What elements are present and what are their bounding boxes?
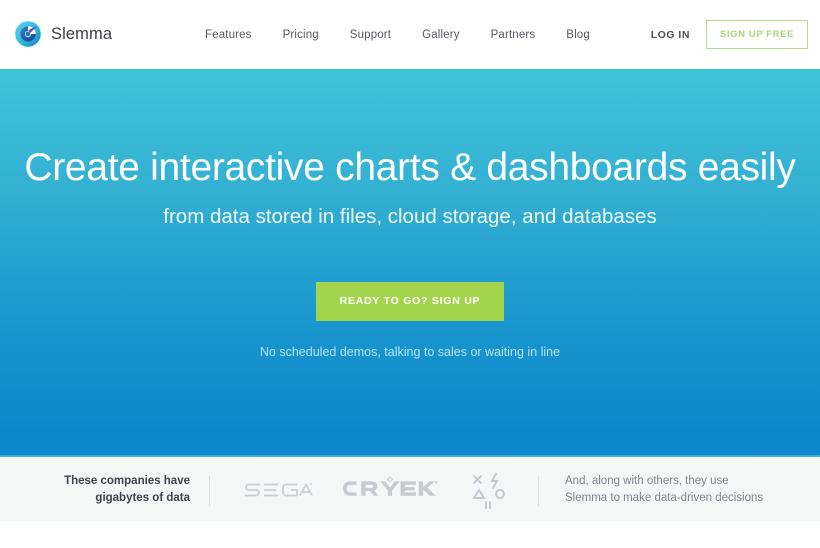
nav-item-partners[interactable]: Partners xyxy=(491,23,536,47)
nav-item-blog[interactable]: Blog xyxy=(566,23,590,47)
band-logo-list xyxy=(228,459,528,521)
glyph-cluster-logo xyxy=(467,470,513,510)
hero-cta-note-line-1: No scheduled demos, talking xyxy=(259,345,421,359)
band-lead-text: These companies have gigabytes of data xyxy=(20,459,190,521)
hero-cta-wrapper: READY TO GO? SIGN UP xyxy=(0,282,820,321)
band-lead-line-2: gigabytes of data xyxy=(95,492,190,504)
main-nav: Features Pricing Support Gallery Partner… xyxy=(205,0,590,69)
sign-up-free-button[interactable]: SIGN UP FREE xyxy=(705,20,808,49)
site-header: Slemma Features Pricing Support Gallery … xyxy=(0,0,820,69)
nav-item-support[interactable]: Support xyxy=(350,23,391,47)
hero-bottom-edge xyxy=(0,455,820,457)
band-divider-left xyxy=(209,476,210,506)
band-tail-line-2: Slemma to make data-driven decisions xyxy=(565,492,764,504)
band-tail-line-1: And, along with others, they use xyxy=(565,474,729,487)
nav-item-features[interactable]: Features xyxy=(205,23,252,47)
hero-cta-note: No scheduled demos, talking to sales or … xyxy=(0,343,820,362)
hero-cta-note-line-2: to sales or waiting in line xyxy=(423,345,561,359)
slemma-swirl-logo-icon xyxy=(14,20,42,48)
band-divider-right xyxy=(538,476,539,506)
band-tail-text: And, along with others, they use Slemma … xyxy=(565,459,815,521)
nav-item-gallery[interactable]: Gallery xyxy=(422,23,459,47)
hero-subheadline: from data stored in files, cloud storage… xyxy=(163,205,657,228)
hero-signup-cta-button[interactable]: READY TO GO? SIGN UP xyxy=(315,282,505,321)
log-in-link[interactable]: LOG IN xyxy=(651,29,690,41)
client-logo-band: These companies have gigabytes of data A… xyxy=(0,459,820,521)
band-lead-line-1: These companies have xyxy=(64,475,190,488)
sega-logo xyxy=(243,478,313,502)
hero-content: Create interactive charts & dashboards e… xyxy=(0,69,820,457)
nav-item-pricing[interactable]: Pricing xyxy=(283,23,319,47)
crytek-logo xyxy=(342,476,438,504)
hero-section: Create interactive charts & dashboards e… xyxy=(0,69,820,457)
brand-name: Slemma xyxy=(51,24,113,43)
header-actions: LOG IN SIGN UP FREE xyxy=(651,0,808,69)
landing-page: Slemma Features Pricing Support Gallery … xyxy=(0,0,820,548)
hero-headline: Create interactive charts & dashboards e… xyxy=(24,146,796,189)
brand-logo-link[interactable]: Slemma xyxy=(14,20,112,48)
